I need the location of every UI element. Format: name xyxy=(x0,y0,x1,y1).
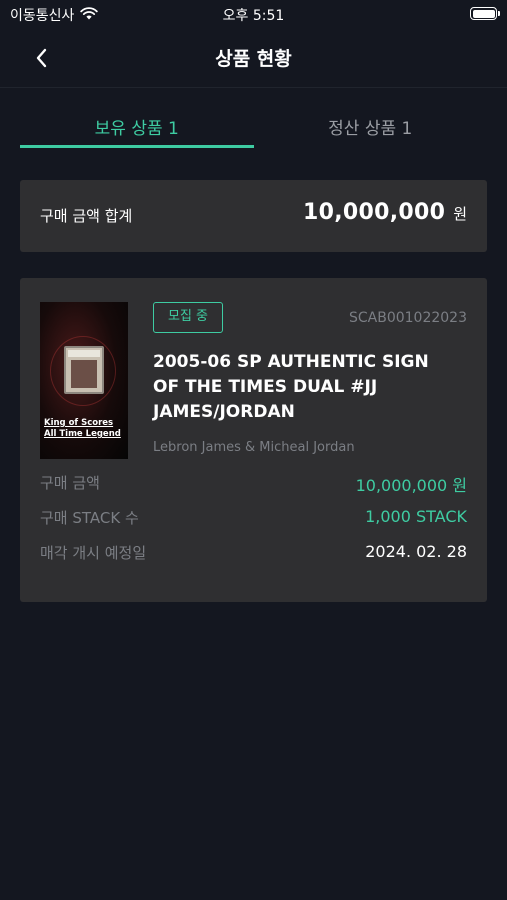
sale-start-date-label: 매각 개시 예정일 xyxy=(40,544,147,562)
product-code: SCAB001022023 xyxy=(348,310,467,326)
page-title: 상품 현황 xyxy=(215,48,292,70)
image-caption-line-1: King of Scores xyxy=(44,418,114,428)
status-badge: 모집 중 xyxy=(153,302,224,333)
product-title: 2005-06 SP AUTHENTIC SIGN OF THE TIMES D… xyxy=(153,352,429,422)
status-time: 오후 5:51 xyxy=(222,8,285,24)
tab-bar: 보유 상품 1 정산 상품 1 xyxy=(20,108,487,148)
tab-owned-products[interactable]: 보유 상품 1 xyxy=(20,108,254,148)
purchase-total-amount: 10,000,000 xyxy=(303,200,446,225)
purchase-amount-label: 구매 금액 xyxy=(40,474,100,492)
purchase-amount-value: 10,000,000 원 xyxy=(355,476,467,495)
sale-start-date-value: 2024. 02. 28 xyxy=(365,542,467,561)
purchase-stack-value: 1,000 STACK xyxy=(365,507,467,526)
graded-card-slab xyxy=(64,346,104,394)
purchase-amount-row: 구매 금액 10,000,000 원 xyxy=(40,472,467,496)
battery-icon xyxy=(470,7,500,20)
purchase-stack-label: 구매 STACK 수 xyxy=(40,509,139,527)
sale-start-date-row: 매각 개시 예정일 2024. 02. 28 xyxy=(40,542,467,566)
purchase-stack-row: 구매 STACK 수 1,000 STACK xyxy=(40,507,467,531)
image-caption-line-2: All Time Legend xyxy=(44,429,121,439)
purchase-total-label: 구매 금액 합계 xyxy=(40,207,133,225)
product-players: Lebron James & Micheal Jordan xyxy=(153,440,355,455)
product-image[interactable]: King of Scores All Time Legend xyxy=(40,302,128,459)
purchase-total-summary: 구매 금액 합계 10,000,000 원 xyxy=(20,180,487,252)
nav-bar: 상품 현황 xyxy=(0,28,507,88)
purchase-total-unit: 원 xyxy=(453,205,467,223)
product-image-caption: King of Scores All Time Legend xyxy=(44,418,128,440)
product-card[interactable]: King of Scores All Time Legend 모집 중 SCAB… xyxy=(20,278,487,602)
purchase-total-value: 10,000,000 원 xyxy=(303,200,467,225)
status-bar: 이동통신사 오후 5:51 xyxy=(0,0,507,28)
tab-settled-products[interactable]: 정산 상품 1 xyxy=(254,108,488,148)
